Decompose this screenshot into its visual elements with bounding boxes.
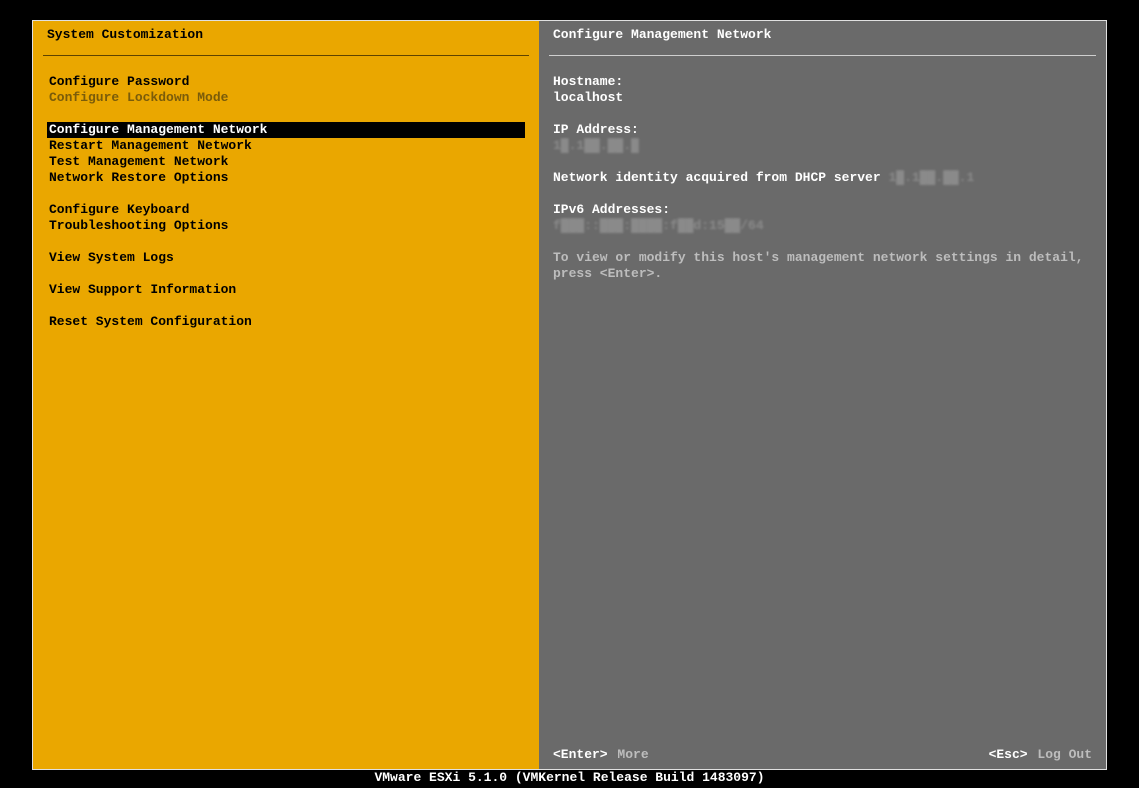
right-pane: Configure Management Network Hostname: l… (539, 21, 1106, 769)
menu-item[interactable]: Troubleshooting Options (47, 218, 525, 234)
footer-esc[interactable]: <Esc> Log Out (989, 747, 1092, 762)
enter-action: More (617, 747, 648, 762)
menu-group: View System Logs (47, 250, 525, 266)
dhcp-line: Network identity acquired from DHCP serv… (553, 170, 1092, 186)
help-text: To view or modify this host's management… (553, 250, 1092, 282)
hostname-label: Hostname: (553, 74, 1092, 90)
menu-item[interactable]: Network Restore Options (47, 170, 525, 186)
hostname-value: localhost (553, 90, 1092, 106)
menu-group: Configure PasswordConfigure Lockdown Mod… (47, 74, 525, 106)
right-pane-title: Configure Management Network (539, 21, 1106, 49)
menu-item[interactable]: Reset System Configuration (47, 314, 525, 330)
esc-action: Log Out (1037, 747, 1092, 762)
menu-item: Configure Lockdown Mode (47, 90, 525, 106)
menu-item[interactable]: View Support Information (47, 282, 525, 298)
menu-item[interactable]: Restart Management Network (47, 138, 525, 154)
menu-item[interactable]: Configure Management Network (47, 122, 525, 138)
ipv6-value: f███::███:████:f██d:15██/64 (553, 218, 1092, 234)
menu-group: Configure Management NetworkRestart Mana… (47, 122, 525, 186)
menu-item[interactable]: View System Logs (47, 250, 525, 266)
ip-value: 1█.1██.██.█ (553, 138, 1092, 154)
ipv6-label: IPv6 Addresses: (553, 202, 1092, 218)
menu-item[interactable]: Configure Password (47, 74, 525, 90)
dcui-console: System Customization Configure PasswordC… (32, 20, 1107, 770)
menu-group: Configure KeyboardTroubleshooting Option… (47, 202, 525, 234)
footer-bar: <Enter> More <Esc> Log Out (539, 739, 1106, 769)
menu-group: Reset System Configuration (47, 314, 525, 330)
menu-list: Configure PasswordConfigure Lockdown Mod… (33, 56, 539, 330)
esc-key: <Esc> (989, 747, 1028, 762)
menu-group: View Support Information (47, 282, 525, 298)
left-pane: System Customization Configure PasswordC… (33, 21, 539, 769)
dhcp-server: 1█.1██.██.1 (888, 170, 974, 185)
menu-item[interactable]: Configure Keyboard (47, 202, 525, 218)
dhcp-prefix: Network identity acquired from DHCP serv… (553, 170, 888, 185)
menu-item[interactable]: Test Management Network (47, 154, 525, 170)
left-pane-title: System Customization (33, 21, 539, 49)
detail-block: Hostname: localhost IP Address: 1█.1██.█… (539, 56, 1106, 282)
ip-label: IP Address: (553, 122, 1092, 138)
enter-key: <Enter> (553, 747, 608, 762)
footer-enter[interactable]: <Enter> More (553, 747, 649, 762)
product-line: VMware ESXi 5.1.0 (VMKernel Release Buil… (0, 770, 1139, 785)
